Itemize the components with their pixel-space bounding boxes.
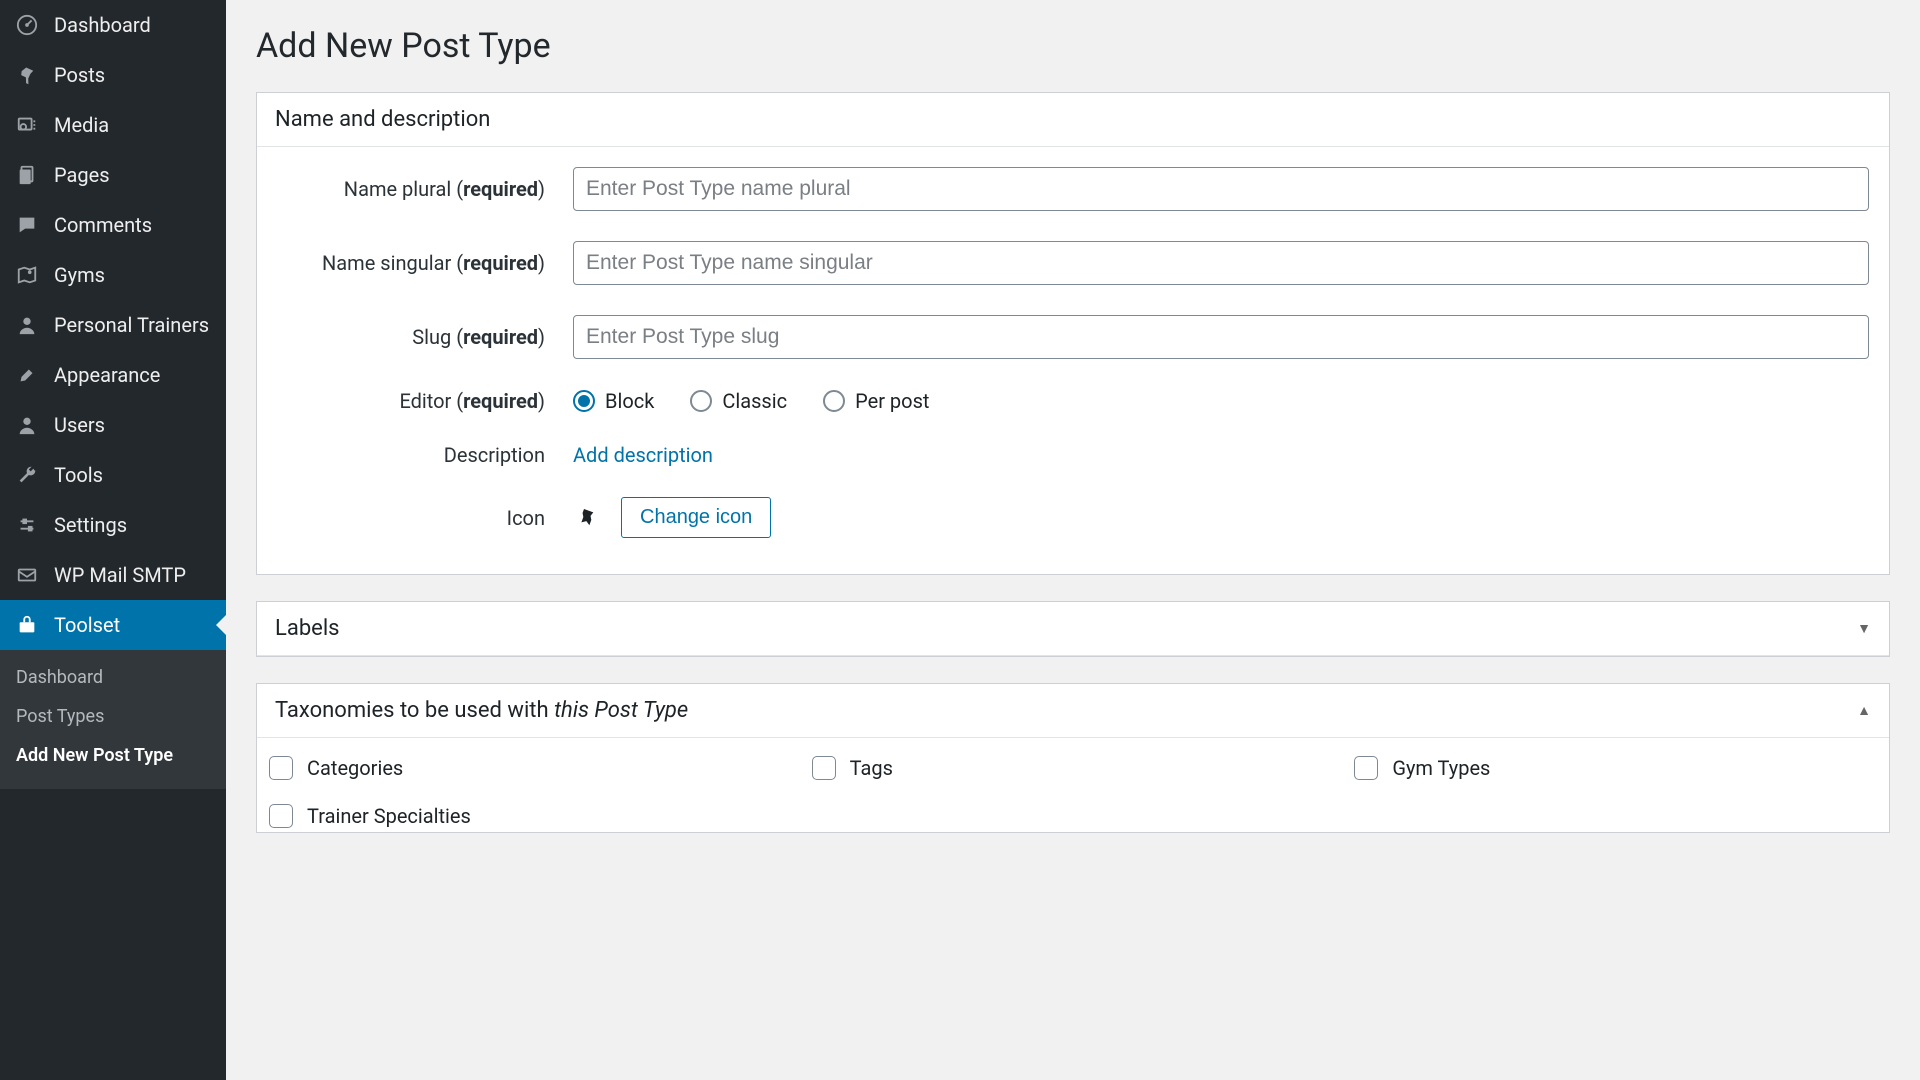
sidebar-sub-add-new-post-type[interactable]: Add New Post Type (0, 736, 226, 775)
sidebar-item-label: WP Mail SMTP (54, 563, 186, 587)
add-description-link[interactable]: Add description (573, 443, 713, 467)
admin-sidebar: Dashboard Posts Media Pages Comments (0, 0, 226, 1080)
sidebar-item-comments[interactable]: Comments (0, 200, 226, 250)
label-icon: Icon (277, 506, 573, 530)
radio-editor-per-post[interactable]: Per post (823, 389, 929, 413)
user-icon (14, 412, 40, 438)
radio-label: Per post (855, 389, 929, 413)
panel-taxonomies: Taxonomies to be used with this Post Typ… (256, 683, 1890, 833)
sidebar-item-tools[interactable]: Tools (0, 450, 226, 500)
toolset-icon (14, 612, 40, 638)
panel-title: Name and description (275, 107, 490, 132)
main-content: Add New Post Type Name and description N… (226, 0, 1920, 1080)
checkbox-trainer-specialties[interactable]: Trainer Specialties (269, 804, 792, 828)
sidebar-item-settings[interactable]: Settings (0, 500, 226, 550)
sidebar-item-toolset[interactable]: Toolset (0, 600, 226, 650)
sidebar-item-label: Settings (54, 513, 127, 537)
mail-icon (14, 562, 40, 588)
user-icon (14, 312, 40, 338)
checkbox-icon (269, 756, 293, 780)
name-singular-input[interactable] (573, 241, 1869, 285)
sidebar-item-label: Gyms (54, 263, 105, 287)
sidebar-item-wp-mail-smtp[interactable]: WP Mail SMTP (0, 550, 226, 600)
sidebar-item-label: Comments (54, 213, 152, 237)
radio-dot-icon (573, 390, 595, 412)
map-icon (14, 262, 40, 288)
sidebar-item-label: Tools (54, 463, 103, 487)
name-plural-input[interactable] (573, 167, 1869, 211)
checkbox-tags[interactable]: Tags (812, 756, 1335, 780)
editor-radio-group: Block Classic Per post (573, 389, 929, 413)
sidebar-item-users[interactable]: Users (0, 400, 226, 450)
sidebar-item-personal-trainers[interactable]: Personal Trainers (0, 300, 226, 350)
checkbox-categories[interactable]: Categories (269, 756, 792, 780)
comment-icon (14, 212, 40, 238)
checkbox-label: Gym Types (1392, 756, 1490, 780)
checkbox-icon (812, 756, 836, 780)
panel-name-description: Name and description Name plural (requir… (256, 92, 1890, 575)
sidebar-item-dashboard[interactable]: Dashboard (0, 0, 226, 50)
page-title: Add New Post Type (256, 26, 1890, 66)
checkbox-label: Categories (307, 756, 403, 780)
sidebar-item-label: Personal Trainers (54, 313, 209, 337)
dashboard-icon (14, 12, 40, 38)
sidebar-item-media[interactable]: Media (0, 100, 226, 150)
slug-input[interactable] (573, 315, 1869, 359)
radio-label: Block (605, 389, 654, 413)
panel-title: Taxonomies to be used with this Post Typ… (275, 698, 688, 723)
radio-dot-icon (690, 390, 712, 412)
radio-editor-block[interactable]: Block (573, 389, 654, 413)
sidebar-item-gyms[interactable]: Gyms (0, 250, 226, 300)
sidebar-item-appearance[interactable]: Appearance (0, 350, 226, 400)
pin-icon (14, 62, 40, 88)
label-description: Description (277, 443, 573, 467)
radio-label: Classic (722, 389, 787, 413)
sidebar-item-label: Posts (54, 63, 105, 87)
checkbox-icon (1354, 756, 1378, 780)
sliders-icon (14, 512, 40, 538)
panel-header-taxonomies[interactable]: Taxonomies to be used with this Post Typ… (257, 684, 1889, 738)
label-editor: Editor (required) (277, 389, 573, 413)
checkbox-label: Tags (850, 756, 893, 780)
label-name-singular: Name singular (required) (277, 251, 573, 275)
sidebar-sub-dashboard[interactable]: Dashboard (0, 658, 226, 697)
chevron-down-icon: ▼ (1857, 620, 1871, 637)
radio-editor-classic[interactable]: Classic (690, 389, 787, 413)
checkbox-gym-types[interactable]: Gym Types (1354, 756, 1877, 780)
checkbox-label: Trainer Specialties (307, 804, 471, 828)
label-name-plural: Name plural (required) (277, 177, 573, 201)
sidebar-item-pages[interactable]: Pages (0, 150, 226, 200)
radio-dot-icon (823, 390, 845, 412)
checkbox-icon (269, 804, 293, 828)
sidebar-item-label: Appearance (54, 363, 160, 387)
media-icon (14, 112, 40, 138)
sidebar-item-label: Users (54, 413, 105, 437)
sidebar-submenu: Dashboard Post Types Add New Post Type (0, 650, 226, 789)
sidebar-item-label: Media (54, 113, 109, 137)
label-slug: Slug (required) (277, 325, 573, 349)
sidebar-sub-post-types[interactable]: Post Types (0, 697, 226, 736)
chevron-up-icon: ▲ (1857, 702, 1871, 719)
sidebar-item-label: Toolset (54, 613, 120, 637)
brush-icon (14, 362, 40, 388)
sidebar-item-posts[interactable]: Posts (0, 50, 226, 100)
pin-icon (573, 505, 599, 531)
wrench-icon (14, 462, 40, 488)
sidebar-item-label: Pages (54, 163, 110, 187)
sidebar-item-label: Dashboard (54, 13, 151, 37)
panel-header-name-description: Name and description (257, 93, 1889, 147)
panel-header-labels[interactable]: Labels ▼ (257, 602, 1889, 656)
change-icon-button[interactable]: Change icon (621, 497, 771, 538)
pages-icon (14, 162, 40, 188)
panel-title: Labels (275, 616, 340, 641)
panel-labels: Labels ▼ (256, 601, 1890, 657)
